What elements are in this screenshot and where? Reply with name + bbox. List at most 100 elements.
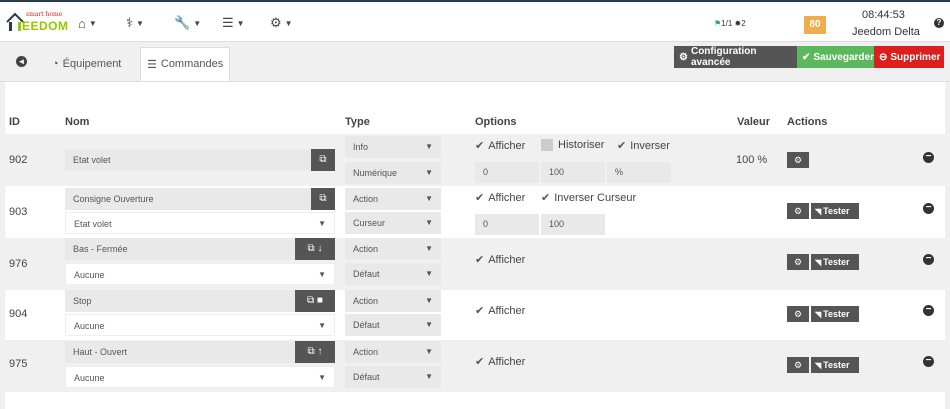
back-icon[interactable]: ◄: [16, 56, 27, 67]
linked-info-select[interactable]: Etat volet ▼: [65, 212, 335, 234]
max-input[interactable]: 100: [541, 162, 605, 183]
chevron-down-icon: ▼: [425, 269, 433, 278]
configure-button[interactable]: ⚙: [787, 306, 809, 322]
remove-icon[interactable]: −: [923, 152, 934, 163]
chevron-down-icon: ▼: [284, 18, 293, 28]
linked-info-select[interactable]: Aucune ▼: [65, 314, 335, 336]
command-name-input[interactable]: Etat volet: [65, 149, 313, 171]
remove-icon[interactable]: −: [923, 254, 934, 265]
plugins-menu[interactable]: ☰ ▼: [222, 14, 270, 32]
icon-picker-button[interactable]: ⧉ ■: [295, 290, 335, 312]
command-id: 902: [9, 154, 28, 166]
clock: 08:44:53: [862, 9, 905, 21]
chevron-down-icon: ▼: [88, 18, 97, 28]
max-input[interactable]: 100: [541, 214, 605, 235]
unit-input[interactable]: %: [607, 162, 671, 183]
jeedom-logo[interactable]: smart home EEDOM: [6, 10, 68, 36]
tools-menu[interactable]: 🔧 ▼: [174, 14, 222, 32]
icon-picker-button[interactable]: ⧉ ↑: [295, 341, 335, 363]
test-button[interactable]: ◥ Tester: [811, 254, 859, 270]
check-icon: ✔: [475, 140, 485, 152]
test-button[interactable]: ◥ Tester: [811, 357, 859, 373]
command-name-input[interactable]: Consigne Ouverture: [65, 188, 313, 210]
command-id: 975: [9, 358, 28, 370]
configure-button[interactable]: ⚙: [787, 152, 809, 168]
subtype-select[interactable]: Défaut ▼: [345, 314, 441, 336]
column-value: Valeur: [737, 116, 771, 128]
inverser-curseur-checkbox[interactable]: ✔ Inverser Curseur: [541, 191, 636, 205]
main-menu: ⌂ ▼ ⚕ ▼ 🔧 ▼ ☰ ▼ ⚙ ▼: [78, 14, 318, 32]
home-menu[interactable]: ⌂ ▼: [78, 14, 126, 32]
subtype-select[interactable]: Numérique ▼: [345, 162, 441, 184]
delete-button[interactable]: ⊖ Supprimer: [874, 46, 944, 68]
chevron-down-icon: ▼: [193, 18, 202, 28]
min-input[interactable]: 0: [475, 214, 539, 235]
afficher-checkbox[interactable]: ✔ Afficher: [475, 191, 525, 205]
chevron-down-icon: ▼: [425, 244, 433, 253]
afficher-checkbox[interactable]: ✔ Afficher: [475, 139, 525, 153]
column-name: Nom: [65, 116, 90, 128]
analysis-menu[interactable]: ⚕ ▼: [126, 14, 174, 32]
check-icon: ✔: [475, 192, 485, 204]
column-id: ID: [9, 116, 20, 128]
command-name-input[interactable]: Bas - Fermée: [65, 238, 295, 260]
advanced-config-button[interactable]: ⚙ Configuration avancée: [674, 46, 797, 68]
remove-icon[interactable]: −: [923, 203, 934, 214]
column-actions: Actions: [787, 116, 828, 128]
type-select[interactable]: Action ▼: [345, 238, 441, 260]
remove-icon[interactable]: −: [923, 305, 934, 316]
type-select[interactable]: Info ▼: [345, 136, 441, 158]
check-icon: ✔: [475, 356, 485, 368]
table-row: 903 Consigne Ouverture ⧉ Etat volet ▼ Act…: [5, 186, 945, 238]
historiser-checkbox[interactable]: Historiser: [541, 139, 604, 151]
tab-equipment[interactable]: ◔ Équipement: [46, 47, 127, 81]
afficher-checkbox[interactable]: ✔ Afficher: [475, 253, 525, 267]
test-button[interactable]: ◥ Tester: [811, 306, 859, 322]
linked-info-select[interactable]: Aucune ▼: [65, 366, 335, 388]
configure-button[interactable]: ⚙: [787, 254, 809, 270]
help-icon[interactable]: ?: [934, 18, 944, 28]
tab-commands[interactable]: ☰ Commandes: [140, 47, 231, 81]
command-id: 976: [9, 258, 28, 270]
test-button[interactable]: ◥ Tester: [811, 203, 859, 219]
afficher-checkbox[interactable]: ✔ Afficher: [475, 355, 525, 369]
icon-picker-button[interactable]: ⧉: [311, 149, 335, 171]
check-circle-icon: ✔: [802, 51, 811, 63]
chevron-down-icon: ▼: [318, 219, 326, 228]
min-input[interactable]: 0: [475, 162, 539, 183]
column-type: Type: [345, 116, 370, 128]
type-select[interactable]: Action ▼: [345, 341, 441, 363]
health-badge[interactable]: 80: [804, 16, 826, 34]
subtype-select[interactable]: Défaut ▼: [345, 366, 441, 388]
subtype-select[interactable]: Défaut ▼: [345, 263, 441, 285]
table-row: 902 Etat volet ⧉ Info ▼ Numérique ▼ ✔ Affic…: [5, 134, 945, 186]
command-name-input[interactable]: Stop: [65, 290, 295, 312]
rss-icon: ◥: [815, 360, 822, 370]
command-name-input[interactable]: Haut - Ouvert: [65, 341, 295, 363]
subtype-select[interactable]: Curseur ▼: [345, 212, 441, 234]
user-name[interactable]: Jeedom Delta: [852, 26, 920, 38]
chevron-down-icon: ▼: [425, 347, 433, 356]
check-icon: ✔: [541, 192, 551, 204]
remove-icon[interactable]: −: [923, 356, 934, 367]
type-select[interactable]: Action ▼: [345, 290, 441, 312]
chevron-down-icon: ▼: [425, 296, 433, 305]
afficher-checkbox[interactable]: ✔ Afficher: [475, 304, 525, 318]
chevron-down-icon: ▼: [318, 270, 326, 279]
message-indicator[interactable]: ⚑1/1 ✹2: [714, 19, 746, 28]
configure-button[interactable]: ⚙: [787, 203, 809, 219]
current-value: 100 %: [736, 154, 768, 166]
chevron-down-icon: ▼: [425, 194, 433, 203]
rss-icon: ◥: [815, 206, 822, 216]
type-select[interactable]: Action ▼: [345, 188, 441, 210]
settings-menu[interactable]: ⚙ ▼: [270, 14, 318, 32]
save-button[interactable]: ✔ Sauvegarder: [797, 46, 874, 68]
top-navbar: smart home EEDOM ⌂ ▼ ⚕ ▼ 🔧 ▼ ☰ ▼ ⚙ ▼ ⚑1/1 ✹2 …: [0, 0, 950, 42]
configure-button[interactable]: ⚙: [787, 357, 809, 373]
inverser-checkbox[interactable]: ✔ Inverser: [617, 139, 670, 153]
icon-picker-button[interactable]: ⧉ ↓: [295, 238, 335, 260]
icon-picker-button[interactable]: ⧉: [311, 188, 335, 210]
list-icon: ☰: [222, 15, 234, 30]
linked-info-select[interactable]: Aucune ▼: [65, 263, 335, 285]
chevron-down-icon: ▼: [236, 18, 245, 28]
